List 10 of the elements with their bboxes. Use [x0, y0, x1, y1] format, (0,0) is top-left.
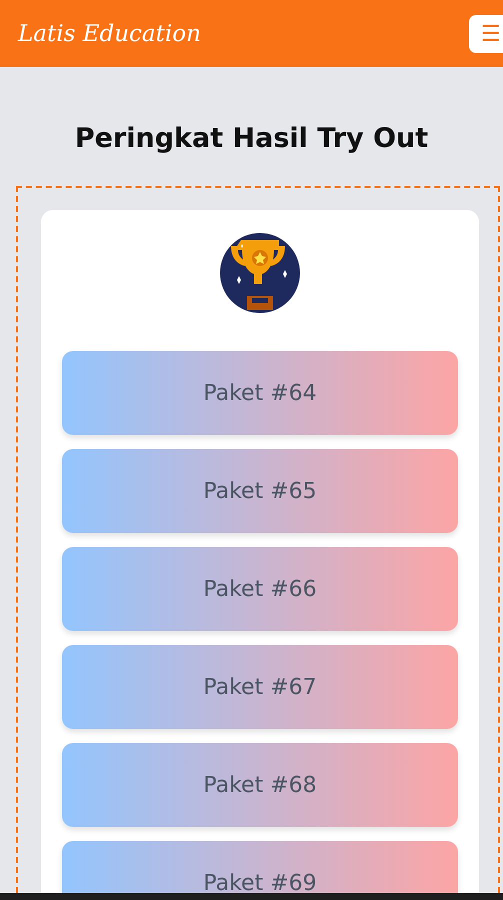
package-button[interactable]: Paket #67 [62, 645, 458, 729]
package-button[interactable]: Paket #69 [62, 841, 458, 893]
package-button[interactable]: Paket #65 [62, 449, 458, 533]
package-button[interactable]: Paket #66 [62, 547, 458, 631]
page-title: Peringkat Hasil Try Out [74, 122, 430, 156]
trophy-icon [219, 232, 301, 314]
brand-logo: Latis Education [18, 20, 201, 46]
package-button[interactable]: Paket #64 [62, 351, 458, 435]
menu-button[interactable]: ☰ [469, 14, 503, 52]
package-button[interactable]: Paket #68 [62, 743, 458, 827]
